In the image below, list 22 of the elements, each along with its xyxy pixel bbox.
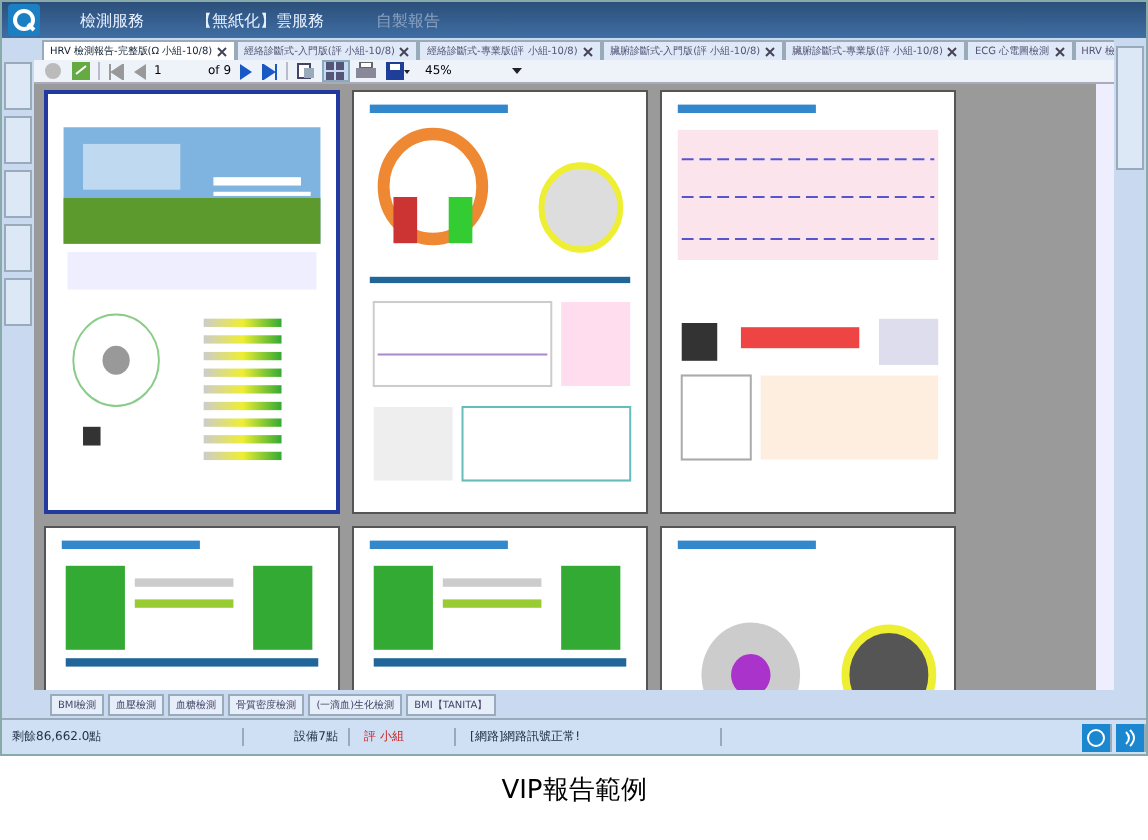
last-page-icon[interactable] (259, 63, 280, 79)
caret-icon[interactable] (511, 68, 522, 74)
report-page-drawing[interactable] (44, 90, 340, 514)
first-page-icon[interactable] (106, 63, 126, 79)
close-icon[interactable] (398, 45, 411, 57)
close-icon[interactable] (1053, 45, 1066, 57)
app-logo-icon[interactable] (8, 4, 40, 36)
report-page-drawing[interactable] (660, 90, 956, 514)
close-icon[interactable] (764, 45, 777, 57)
vertical-scrollbar[interactable] (1096, 84, 1114, 690)
caption: VIP報告範例 (499, 774, 649, 808)
save-icon[interactable] (383, 62, 412, 80)
report-page-drawing[interactable] (352, 90, 648, 514)
close-icon[interactable] (946, 45, 959, 57)
close-icon[interactable] (216, 45, 229, 57)
print-icon[interactable] (353, 62, 378, 80)
single-page-icon[interactable] (293, 62, 318, 80)
menu-item[interactable]: 檢測服務 (80, 9, 144, 31)
menu-item[interactable]: 【無紙化】雲服務 (196, 9, 324, 31)
signal-icon[interactable] (1116, 723, 1146, 751)
multi-page-icon[interactable] (323, 62, 348, 80)
close-icon[interactable] (581, 45, 594, 57)
